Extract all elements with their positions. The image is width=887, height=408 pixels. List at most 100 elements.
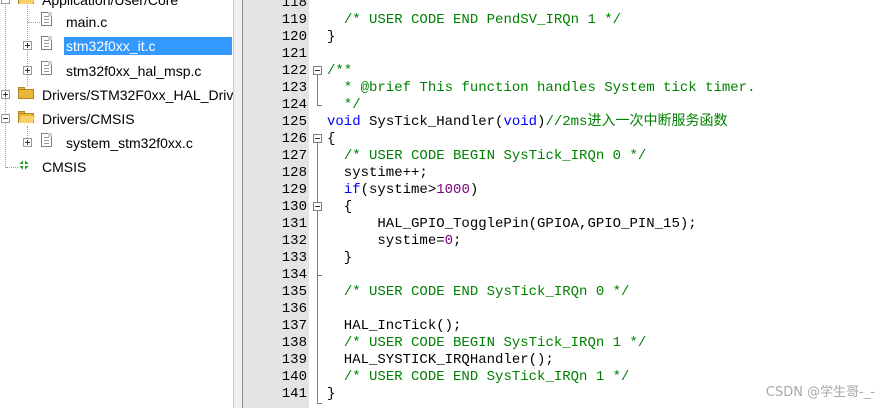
tree-item-label: stm32f0xx_it.c xyxy=(64,37,232,55)
fold-line xyxy=(317,143,318,403)
code-text: /** xyxy=(327,63,352,80)
expand-icon[interactable] xyxy=(23,138,32,147)
code-text: if(systime>1000) xyxy=(327,182,478,199)
folder-open-icon xyxy=(18,0,36,4)
code-line[interactable]: 126 { xyxy=(243,131,887,148)
code-token: HAL_GPIO_TogglePin(GPIOA,GPIO_PIN_15); xyxy=(327,216,697,232)
code-line[interactable]: 139 HAL_SYSTICK_IRQHandler(); xyxy=(243,352,887,369)
tree-item-label: main.c xyxy=(66,14,108,30)
code-line[interactable]: 137 HAL_IncTick(); xyxy=(243,318,887,335)
code-line[interactable]: 119 /* USER CODE END PendSV_IRQn 1 */ xyxy=(243,12,887,29)
code-line[interactable]: 129 if(systime>1000) xyxy=(243,182,887,199)
code-token: //2ms进入一次中断服务函数 xyxy=(545,114,728,130)
code-editor[interactable]: 118 119 /* USER CODE END PendSV_IRQn 1 */… xyxy=(243,0,887,408)
tree-item-label: Drivers/CMSIS xyxy=(42,111,135,127)
tree-item-drivers-stm32f0xx-hal-driver[interactable]: Drivers/STM32F0xx_HAL_Driver xyxy=(0,84,233,106)
tree-item-application-user-core[interactable]: Application/User/Core xyxy=(0,0,233,11)
line-number: 121 xyxy=(281,46,307,62)
line-number: 132 xyxy=(281,233,307,249)
collapse-icon[interactable] xyxy=(1,114,10,123)
line-number: 136 xyxy=(281,301,307,317)
folder-open-icon xyxy=(18,111,36,123)
code-line[interactable]: 120} xyxy=(243,29,887,46)
code-line[interactable]: 122 /** xyxy=(243,63,887,80)
line-number: 120 xyxy=(281,29,307,45)
line-number: 119 xyxy=(281,12,307,28)
tree-item-drivers-cmsis[interactable]: Drivers/CMSIS xyxy=(0,108,233,130)
code-text: { xyxy=(327,199,352,216)
fold-toggle-icon[interactable] xyxy=(313,202,322,211)
code-line[interactable]: 135 /* USER CODE END SysTick_IRQn 0 */ xyxy=(243,284,887,301)
panel-splitter[interactable] xyxy=(233,0,243,408)
tree-item-cmsis[interactable]: CMSIS xyxy=(0,156,233,178)
code-line[interactable]: 131 HAL_GPIO_TogglePin(GPIOA,GPIO_PIN_15… xyxy=(243,216,887,233)
code-line[interactable]: 138 /* USER CODE BEGIN SysTick_IRQn 1 */ xyxy=(243,335,887,352)
code-line[interactable]: 123 * @brief This function handles Syste… xyxy=(243,80,887,97)
c-file-icon xyxy=(41,12,52,26)
line-number: 139 xyxy=(281,352,307,368)
project-tree: Application/User/Core main.c stm32f0xx_i… xyxy=(0,0,233,408)
line-number: 141 xyxy=(281,386,307,402)
code-token: { xyxy=(327,199,353,215)
code-token: 0 xyxy=(444,233,454,249)
code-line[interactable]: 118 xyxy=(243,0,887,12)
code-line[interactable]: 136 xyxy=(243,301,887,318)
line-number: 126 xyxy=(281,131,307,147)
code-token: ) xyxy=(469,182,479,198)
code-token: if xyxy=(343,182,361,198)
code-line[interactable]: 128 systime++; xyxy=(243,165,887,182)
tree-item-label: Application/User/Core xyxy=(42,0,179,8)
code-text: /* USER CODE BEGIN SysTick_IRQn 1 */ xyxy=(327,335,646,352)
code-token: /* USER CODE END PendSV_IRQn 1 */ xyxy=(343,12,622,28)
code-line[interactable]: 132 systime=0; xyxy=(243,233,887,250)
line-number: 129 xyxy=(281,182,307,198)
code-token: /* USER CODE BEGIN SysTick_IRQn 1 */ xyxy=(343,335,647,351)
collapse-icon[interactable] xyxy=(1,0,10,4)
code-token: (systime> xyxy=(360,182,437,198)
tree-item-label: Drivers/STM32F0xx_HAL_Driver xyxy=(42,87,233,103)
tree-item-label: stm32f0xx_hal_msp.c xyxy=(66,63,202,79)
code-line[interactable]: 125 void SysTick_Handler(void)//2ms进入一次中断… xyxy=(243,114,887,131)
tree-item-stm32f0xx-hal-msp-c[interactable]: stm32f0xx_hal_msp.c xyxy=(0,60,233,82)
fold-toggle-icon[interactable] xyxy=(313,134,322,143)
cmsis-component-icon xyxy=(18,159,30,171)
code-line[interactable]: 134 xyxy=(243,267,887,284)
code-text: HAL_GPIO_TogglePin(GPIOA,GPIO_PIN_15); xyxy=(327,216,697,233)
code-token: } xyxy=(327,29,336,45)
code-text: /* USER CODE END SysTick_IRQn 0 */ xyxy=(327,284,630,301)
expand-icon[interactable] xyxy=(23,41,32,50)
code-token: systime= xyxy=(327,233,445,249)
fold-toggle-icon[interactable] xyxy=(313,66,322,75)
expand-icon[interactable] xyxy=(1,90,10,99)
code-token: /* USER CODE END SysTick_IRQn 1 */ xyxy=(343,369,630,385)
code-text: systime++; xyxy=(327,165,428,182)
code-text: void SysTick_Handler(void)//2ms进入一次中断服务函… xyxy=(327,114,727,131)
line-number: 118 xyxy=(281,0,307,11)
code-token: void xyxy=(503,114,538,130)
code-text: /* USER CODE BEGIN SysTick_IRQn 0 */ xyxy=(327,148,646,165)
line-number: 124 xyxy=(281,97,307,113)
line-number: 123 xyxy=(281,80,307,96)
code-token: ; xyxy=(453,233,462,249)
tree-item-stm32f0xx-it-c[interactable]: stm32f0xx_it.c xyxy=(0,35,233,57)
code-token: * @brief This function handles System ti… xyxy=(327,80,756,96)
code-line[interactable]: 133 } xyxy=(243,250,887,267)
folder-icon xyxy=(18,87,34,99)
code-text: HAL_IncTick(); xyxy=(327,318,462,335)
watermark: CSDN @学生哥-_- xyxy=(765,385,875,400)
code-line[interactable]: 127 /* USER CODE BEGIN SysTick_IRQn 0 */ xyxy=(243,148,887,165)
code-token: } xyxy=(327,386,336,402)
line-number: 137 xyxy=(281,318,307,334)
code-line[interactable]: 130 { xyxy=(243,199,887,216)
code-token: } xyxy=(327,250,353,266)
tree-item-main-c[interactable]: main.c xyxy=(0,11,233,33)
tree-item-system-stm32f0xx-c[interactable]: system_stm32f0xx.c xyxy=(0,132,233,154)
expand-icon[interactable] xyxy=(23,66,32,75)
code-line[interactable]: 121 xyxy=(243,46,887,63)
code-line[interactable]: 124 */ xyxy=(243,97,887,114)
